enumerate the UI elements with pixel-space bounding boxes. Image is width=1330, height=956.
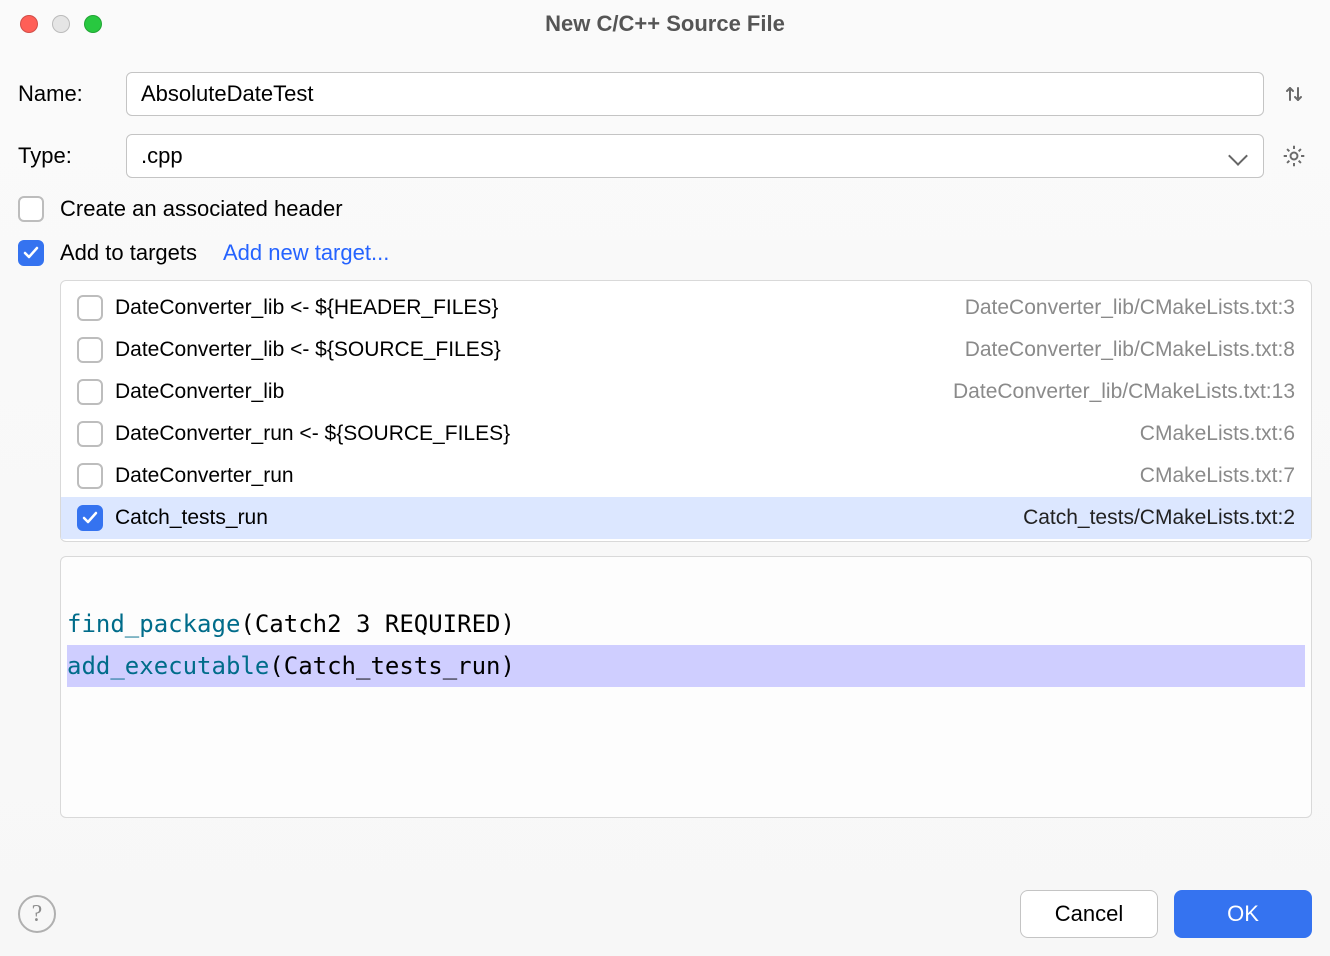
target-row[interactable]: DateConverter_lib <- ${HEADER_FILES} Date… bbox=[61, 287, 1311, 329]
target-row[interactable]: Catch_tests_run Catch_tests/CMakeLists.tx… bbox=[61, 497, 1311, 539]
type-value: .cpp bbox=[141, 143, 183, 169]
target-checkbox[interactable] bbox=[77, 337, 103, 363]
code-line-2: add_executable(Catch_tests_run) bbox=[67, 645, 1305, 687]
target-path: CMakeLists.txt:6 bbox=[1140, 422, 1295, 446]
gear-icon[interactable] bbox=[1276, 138, 1312, 174]
add-to-targets-checkbox[interactable] bbox=[18, 240, 44, 266]
cmake-preview: find_package(Catch2 3 REQUIRED) add_exec… bbox=[60, 556, 1312, 818]
create-header-checkbox[interactable] bbox=[18, 196, 44, 222]
target-checkbox[interactable] bbox=[77, 463, 103, 489]
targets-panel: DateConverter_lib <- ${HEADER_FILES} Date… bbox=[60, 280, 1312, 542]
target-row[interactable]: DateConverter_run <- ${SOURCE_FILES} CMak… bbox=[61, 413, 1311, 455]
target-path: DateConverter_lib/CMakeLists.txt:13 bbox=[953, 380, 1295, 404]
titlebar: New C/C++ Source File bbox=[0, 0, 1330, 48]
target-label: DateConverter_run <- ${SOURCE_FILES} bbox=[115, 422, 510, 446]
name-row: Name: bbox=[18, 72, 1312, 116]
target-checkbox[interactable] bbox=[77, 505, 103, 531]
dialog-title: New C/C++ Source File bbox=[0, 0, 1330, 48]
target-label: DateConverter_run bbox=[115, 464, 294, 488]
code-line-1: find_package(Catch2 3 REQUIRED) bbox=[67, 610, 515, 638]
cancel-button[interactable]: Cancel bbox=[1020, 890, 1158, 938]
target-row[interactable]: DateConverter_lib DateConverter_lib/CMake… bbox=[61, 371, 1311, 413]
name-label: Name: bbox=[18, 81, 110, 107]
ok-button[interactable]: OK bbox=[1174, 890, 1312, 938]
target-path: DateConverter_lib/CMakeLists.txt:3 bbox=[965, 296, 1295, 320]
target-label: DateConverter_lib <- ${SOURCE_FILES} bbox=[115, 338, 501, 362]
add-new-target-link[interactable]: Add new target... bbox=[223, 240, 389, 266]
add-to-targets-label: Add to targets bbox=[60, 240, 197, 266]
type-row: Type: .cpp bbox=[18, 134, 1312, 178]
create-header-label: Create an associated header bbox=[60, 196, 343, 222]
target-checkbox[interactable] bbox=[77, 379, 103, 405]
target-label: Catch_tests_run bbox=[115, 506, 268, 530]
target-row[interactable]: DateConverter_run CMakeLists.txt:7 bbox=[61, 455, 1311, 497]
zoom-window-button[interactable] bbox=[84, 15, 102, 33]
type-label: Type: bbox=[18, 143, 110, 169]
dialog-content: Name: Type: .cpp bbox=[0, 48, 1330, 818]
target-checkbox[interactable] bbox=[77, 295, 103, 321]
target-checkbox[interactable] bbox=[77, 421, 103, 447]
close-window-button[interactable] bbox=[20, 15, 38, 33]
target-path: CMakeLists.txt:7 bbox=[1140, 464, 1295, 488]
dialog-footer: ? Cancel OK bbox=[0, 872, 1330, 956]
minimize-window-button[interactable] bbox=[52, 15, 70, 33]
target-label: DateConverter_lib <- ${HEADER_FILES} bbox=[115, 296, 498, 320]
chevron-down-icon bbox=[1228, 146, 1248, 166]
target-path: DateConverter_lib/CMakeLists.txt:8 bbox=[965, 338, 1295, 362]
target-label: DateConverter_lib bbox=[115, 380, 284, 404]
add-to-targets-row: Add to targets Add new target... bbox=[18, 240, 1312, 266]
help-button[interactable]: ? bbox=[18, 895, 56, 933]
sort-arrows-icon[interactable] bbox=[1276, 76, 1312, 112]
target-row[interactable]: DateConverter_lib <- ${SOURCE_FILES} Date… bbox=[61, 329, 1311, 371]
window-controls bbox=[0, 15, 102, 33]
target-path: Catch_tests/CMakeLists.txt:2 bbox=[1023, 506, 1295, 530]
create-header-row: Create an associated header bbox=[18, 196, 1312, 222]
type-select[interactable]: .cpp bbox=[126, 134, 1264, 178]
name-input[interactable] bbox=[126, 72, 1264, 116]
